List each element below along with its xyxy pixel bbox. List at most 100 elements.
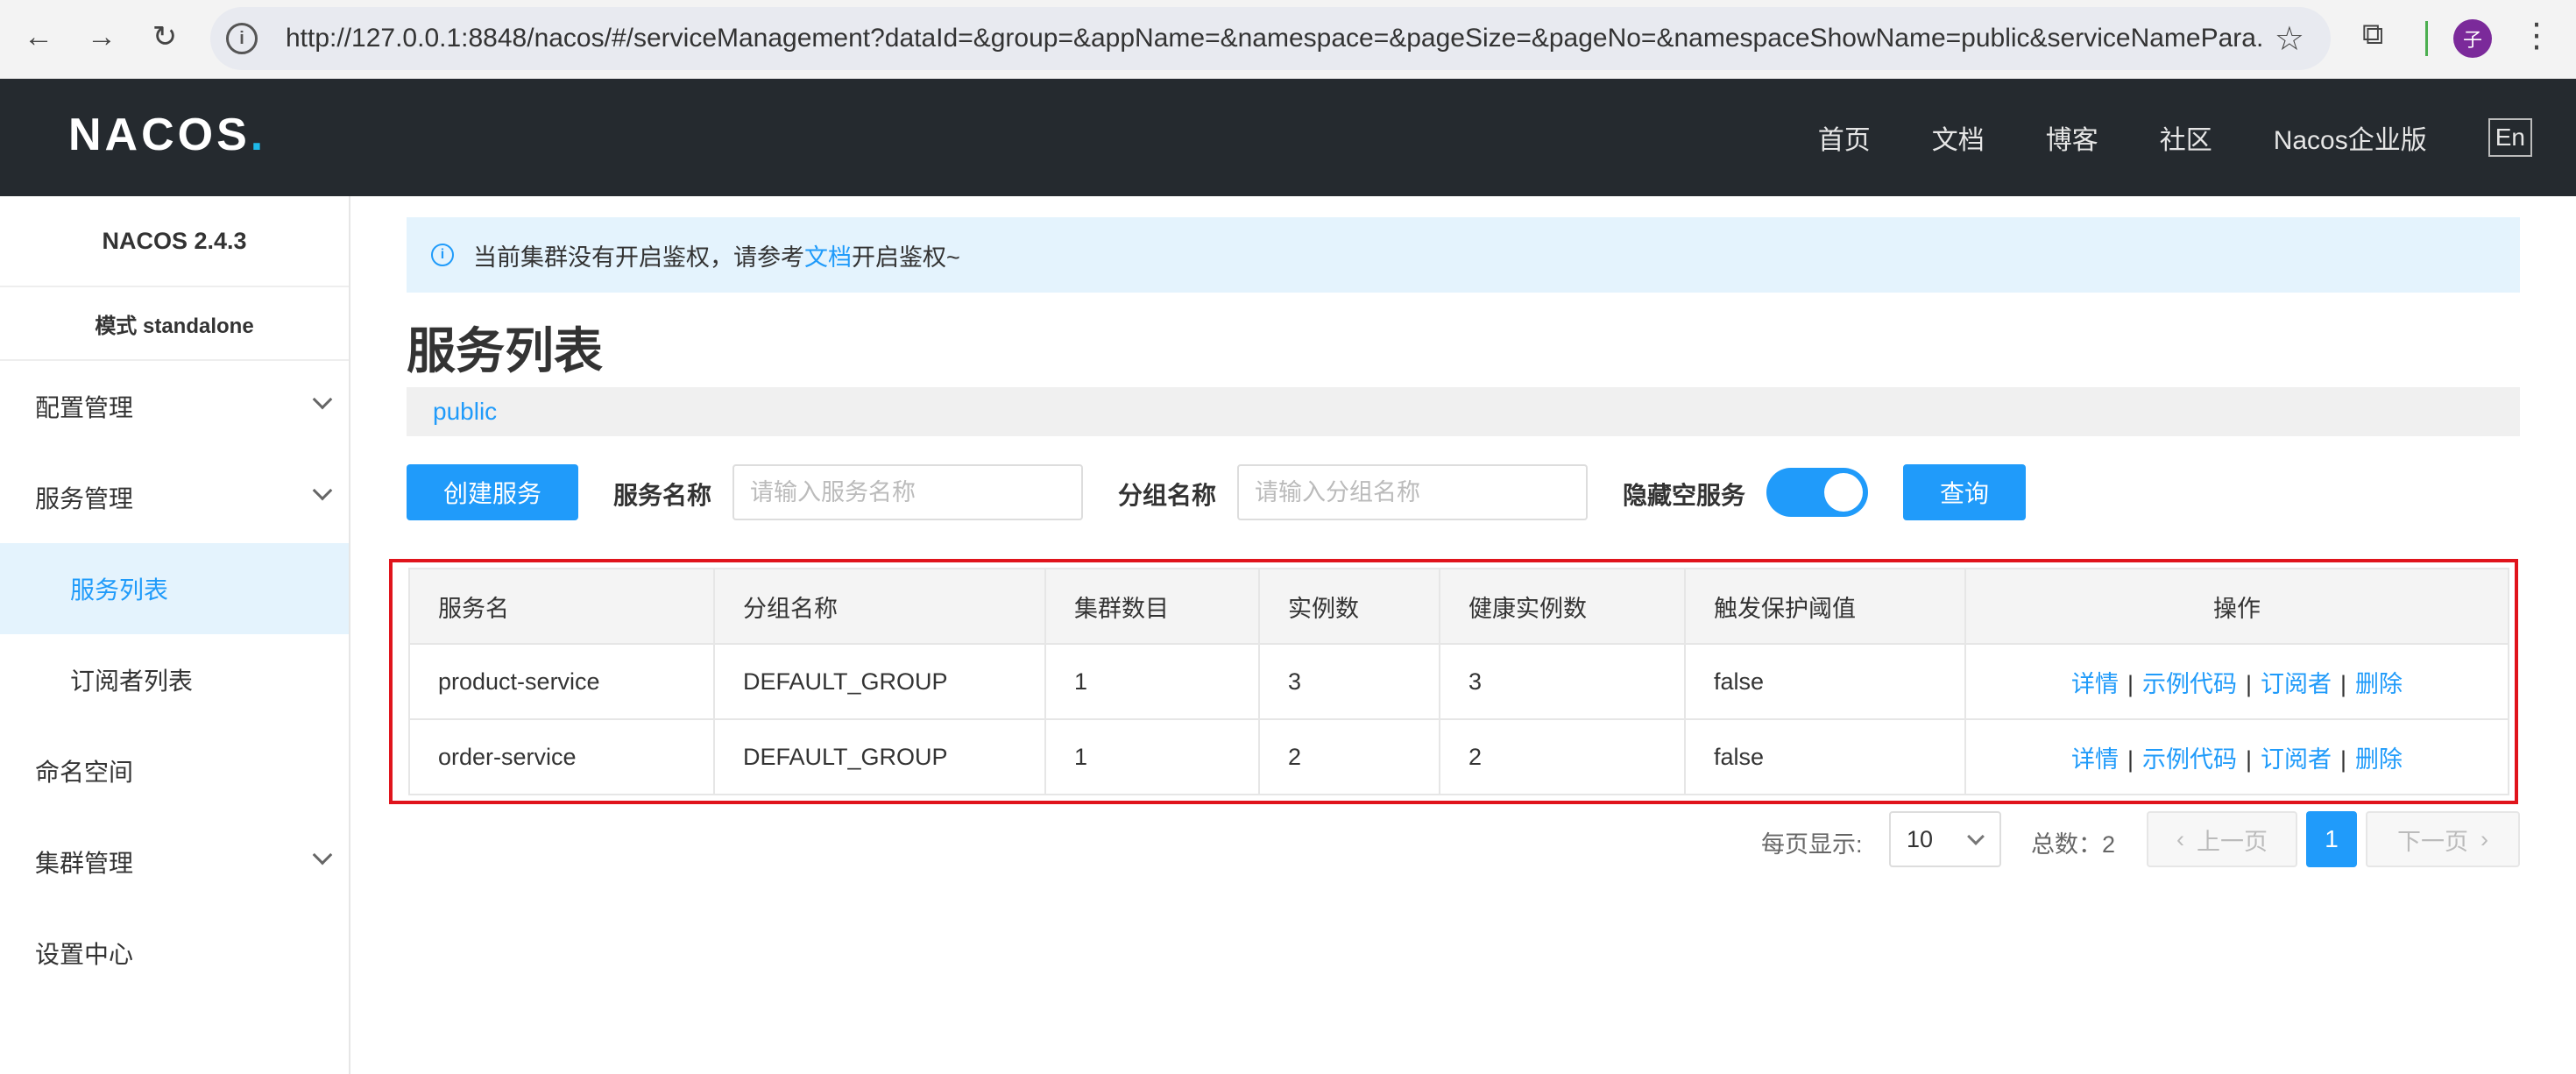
cell-protect-threshold: false: [1684, 718, 1966, 795]
language-toggle[interactable]: En: [2488, 118, 2532, 157]
detail-link[interactable]: 详情: [2071, 671, 2119, 697]
bookmark-star-icon[interactable]: ☆: [2275, 19, 2304, 59]
cell-protect-threshold: false: [1684, 643, 1966, 720]
info-icon: i: [431, 244, 454, 266]
sidebar: NACOS 2.4.3 模式 standalone 配置管理 服务管理 服务列表…: [0, 196, 350, 1074]
table-row: order-service DEFAULT_GROUP 1 2 2 false …: [408, 718, 2509, 795]
delete-link[interactable]: 删除: [2355, 671, 2403, 697]
version-label: NACOS 2.4.3: [0, 196, 349, 287]
sidebar-item-subscribers[interactable]: 订阅者列表: [0, 634, 349, 725]
page-size-select[interactable]: 10: [1889, 811, 2001, 867]
cell-instance-count: 3: [1258, 643, 1440, 720]
col-cluster-count: 集群数目: [1044, 568, 1260, 645]
table-header-row: 服务名 分组名称 集群数目 实例数 健康实例数 触发保护阈值 操作: [408, 568, 2509, 645]
separator: |: [2245, 745, 2252, 773]
sidebar-item-label: 订阅者列表: [70, 668, 194, 695]
browser-menu-icon[interactable]: ⋮: [2520, 16, 2553, 55]
sidebar-item-label: 服务列表: [70, 576, 169, 604]
sidebar-item-label: 集群管理: [35, 850, 134, 877]
extensions-icon[interactable]: ⧉: [2362, 18, 2383, 52]
nav-enterprise[interactable]: Nacos企业版: [2274, 118, 2427, 157]
sidebar-item-namespace[interactable]: 命名空间: [0, 725, 349, 816]
separator: |: [2245, 670, 2252, 697]
col-group-name: 分组名称: [713, 568, 1046, 645]
table-row: product-service DEFAULT_GROUP 1 3 3 fals…: [408, 643, 2509, 720]
alert-text-before: 当前集群没有开启鉴权，请参考: [473, 244, 804, 271]
query-button[interactable]: 查询: [1903, 464, 2026, 520]
service-name-input[interactable]: [732, 464, 1083, 520]
hide-empty-label: 隐藏空服务: [1623, 482, 1746, 509]
prev-page-button[interactable]: ‹ 上一页: [2147, 811, 2297, 867]
current-page[interactable]: 1: [2306, 811, 2357, 867]
per-page-label: 每页显示:: [1761, 831, 1863, 858]
chevron-left-icon: ‹: [2176, 825, 2184, 852]
create-service-button[interactable]: 创建服务: [407, 464, 578, 520]
sample-code-link[interactable]: 示例代码: [2142, 746, 2237, 773]
subscribers-link[interactable]: 订阅者: [2261, 746, 2332, 773]
namespace-public[interactable]: public: [433, 398, 497, 426]
auth-alert: i 当前集群没有开启鉴权，请参考 文档 开启鉴权~: [407, 217, 2520, 293]
separator: |: [2340, 745, 2347, 773]
page-title: 服务列表: [407, 323, 603, 378]
sidebar-item-cluster[interactable]: 集群管理: [0, 816, 349, 908]
subscribers-link[interactable]: 订阅者: [2261, 671, 2332, 697]
sidebar-item-label: 命名空间: [35, 759, 134, 786]
separator: |: [2127, 670, 2134, 697]
col-operations: 操作: [1964, 568, 2509, 645]
total-count: 总数：2: [2031, 831, 2116, 858]
mode-label: 模式 standalone: [0, 287, 349, 361]
back-icon[interactable]: ←: [19, 18, 58, 56]
chevron-right-icon: ›: [2480, 825, 2488, 852]
nav-docs[interactable]: 文档: [1932, 118, 1985, 157]
namespace-bar: public: [407, 387, 2520, 436]
nav-community[interactable]: 社区: [2160, 118, 2212, 157]
address-bar[interactable]: i http://127.0.0.1:8848/nacos/#/serviceM…: [210, 7, 2331, 70]
chevron-down-icon: [1967, 828, 1985, 845]
sidebar-item-service-list[interactable]: 服务列表: [0, 543, 349, 634]
nacos-logo[interactable]: NACOS.: [68, 109, 266, 161]
sample-code-link[interactable]: 示例代码: [2142, 671, 2237, 697]
service-table: 服务名 分组名称 集群数目 实例数 健康实例数 触发保护阈值 操作 produc…: [408, 568, 2509, 795]
top-nav: 首页 文档 博客 社区 Nacos企业版 En: [1818, 79, 2576, 196]
delete-link[interactable]: 删除: [2355, 746, 2403, 773]
group-name-input[interactable]: [1237, 464, 1588, 520]
sidebar-item-settings[interactable]: 设置中心: [0, 908, 349, 999]
cell-operations: 详情 | 示例代码 | 订阅者 | 删除: [1964, 718, 2509, 795]
docs-link[interactable]: 文档: [804, 238, 852, 272]
nav-home[interactable]: 首页: [1818, 118, 1871, 157]
hide-empty-toggle[interactable]: [1766, 468, 1868, 517]
search-toolbar: 创建服务 服务名称 分组名称 隐藏空服务 查询: [407, 464, 2520, 520]
cell-group-name: DEFAULT_GROUP: [713, 718, 1046, 795]
col-service-name: 服务名: [408, 568, 715, 645]
sidebar-item-service[interactable]: 服务管理: [0, 452, 349, 543]
cell-cluster-count: 1: [1044, 718, 1260, 795]
cell-group-name: DEFAULT_GROUP: [713, 643, 1046, 720]
cell-service-name: product-service: [408, 643, 715, 720]
toolbar-divider: [2425, 21, 2428, 56]
service-table-highlight: 服务名 分组名称 集群数目 实例数 健康实例数 触发保护阈值 操作 produc…: [389, 559, 2518, 804]
url-text[interactable]: http://127.0.0.1:8848/nacos/#/serviceMan…: [286, 24, 2266, 53]
cell-cluster-count: 1: [1044, 643, 1260, 720]
cell-service-name: order-service: [408, 718, 715, 795]
chevron-down-icon: [312, 389, 333, 410]
chevron-down-icon: [312, 844, 333, 866]
pagination: 每页显示: 10 总数：2 ‹ 上一页 1 下一页 ›: [1752, 811, 2520, 867]
site-info-icon[interactable]: i: [226, 23, 258, 54]
chevron-down-icon: [312, 480, 333, 501]
group-name-label: 分组名称: [1118, 482, 1217, 509]
cell-instance-count: 2: [1258, 718, 1440, 795]
cell-healthy-count: 2: [1439, 718, 1686, 795]
sidebar-item-config[interactable]: 配置管理: [0, 361, 349, 452]
service-name-label: 服务名称: [613, 482, 712, 509]
col-instance-count: 实例数: [1258, 568, 1440, 645]
next-page-button[interactable]: 下一页 ›: [2366, 811, 2520, 867]
col-protect-threshold: 触发保护阈值: [1684, 568, 1966, 645]
cell-operations: 详情 | 示例代码 | 订阅者 | 删除: [1964, 643, 2509, 720]
sidebar-item-label: 配置管理: [35, 394, 134, 421]
reload-icon[interactable]: ↻: [145, 18, 184, 56]
detail-link[interactable]: 详情: [2071, 746, 2119, 773]
profile-avatar[interactable]: 子: [2453, 19, 2492, 58]
forward-icon[interactable]: →: [82, 18, 121, 56]
alert-text-after: 开启鉴权~: [852, 244, 960, 271]
nav-blog[interactable]: 博客: [2046, 118, 2098, 157]
